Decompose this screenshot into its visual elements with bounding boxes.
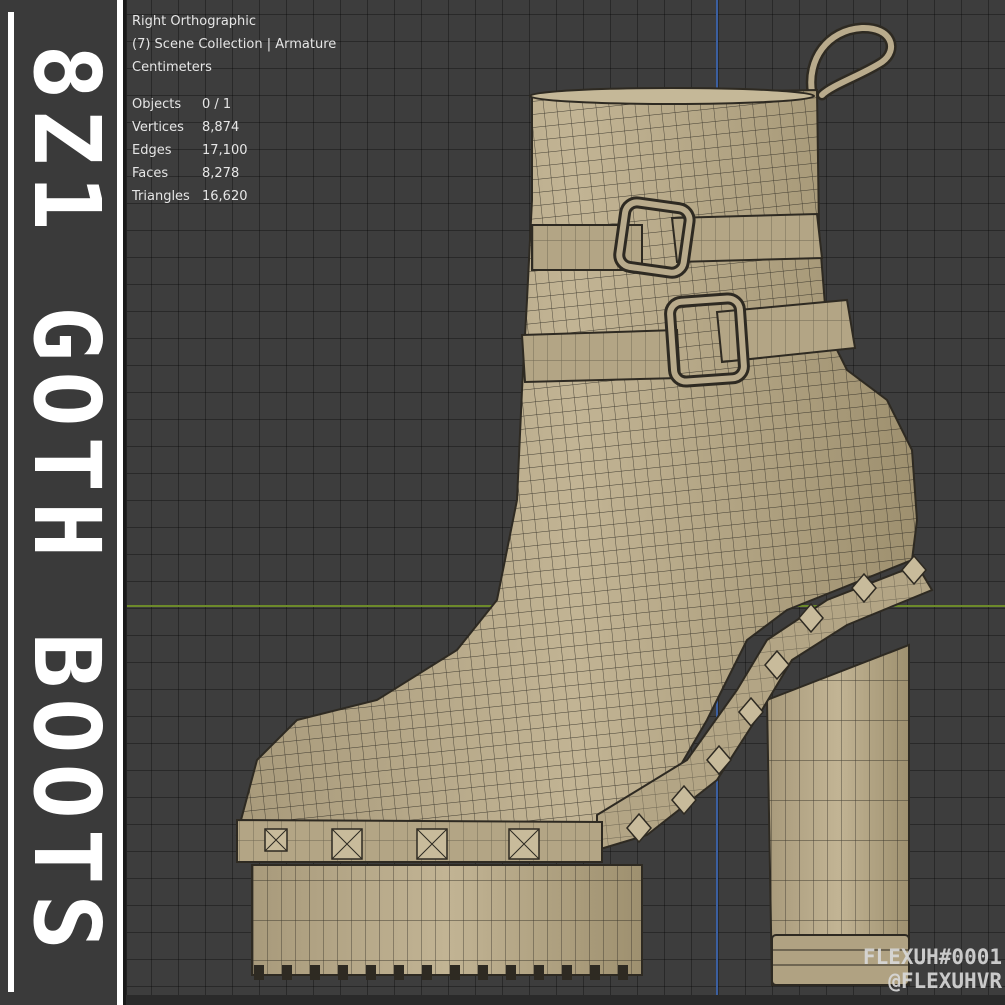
welt-strap <box>236 818 603 863</box>
screenshot-frame: 8Z1 GOTH BOOTS Right Orthographic (7) Sc… <box>0 0 1005 1005</box>
stat-label: Edges <box>132 143 172 158</box>
stat-value: 8,874 <box>202 120 240 135</box>
3d-viewport[interactable]: Right Orthographic (7) Scene Collection … <box>126 0 1005 995</box>
heel <box>765 643 910 986</box>
stat-row: Vertices 8,874 <box>132 116 336 139</box>
collar-rim <box>529 87 815 105</box>
scene-statistics: Objects 0 / 1 Vertices 8,874 Edges 17,10… <box>132 93 336 208</box>
stat-value: 0 / 1 <box>202 97 232 112</box>
unit-label: Centimeters <box>132 60 212 75</box>
stat-label: Triangles <box>132 189 190 204</box>
stat-row: Faces 8,278 <box>132 162 336 185</box>
view-name: Right Orthographic <box>132 14 257 29</box>
stat-label: Objects <box>132 97 182 112</box>
bottom-border <box>126 995 1005 1005</box>
watermark-line-2: @FLEXUHVR <box>888 969 1002 993</box>
watermark-line-1: FLEXUH#0001 <box>862 945 1002 969</box>
stat-row: Objects 0 / 1 <box>132 93 336 116</box>
stat-value: 16,620 <box>202 189 248 204</box>
stat-value: 8,278 <box>202 166 240 181</box>
stat-label: Vertices <box>132 120 184 135</box>
platform-sole <box>251 864 643 980</box>
watermark: FLEXUH#0001 @FLEXUHVR <box>863 945 1002 993</box>
stat-row: Triangles 16,620 <box>132 185 336 208</box>
viewport-info-overlay: Right Orthographic (7) Scene Collection … <box>132 10 336 208</box>
stat-value: 17,100 <box>202 143 248 158</box>
collection-name: (7) Scene Collection | Armature <box>132 37 337 52</box>
stat-row: Edges 17,100 <box>132 139 336 162</box>
banner-title: 8Z1 GOTH BOOTS <box>13 44 120 960</box>
title-banner: 8Z1 GOTH BOOTS <box>0 0 123 1005</box>
stat-label: Faces <box>132 166 169 181</box>
